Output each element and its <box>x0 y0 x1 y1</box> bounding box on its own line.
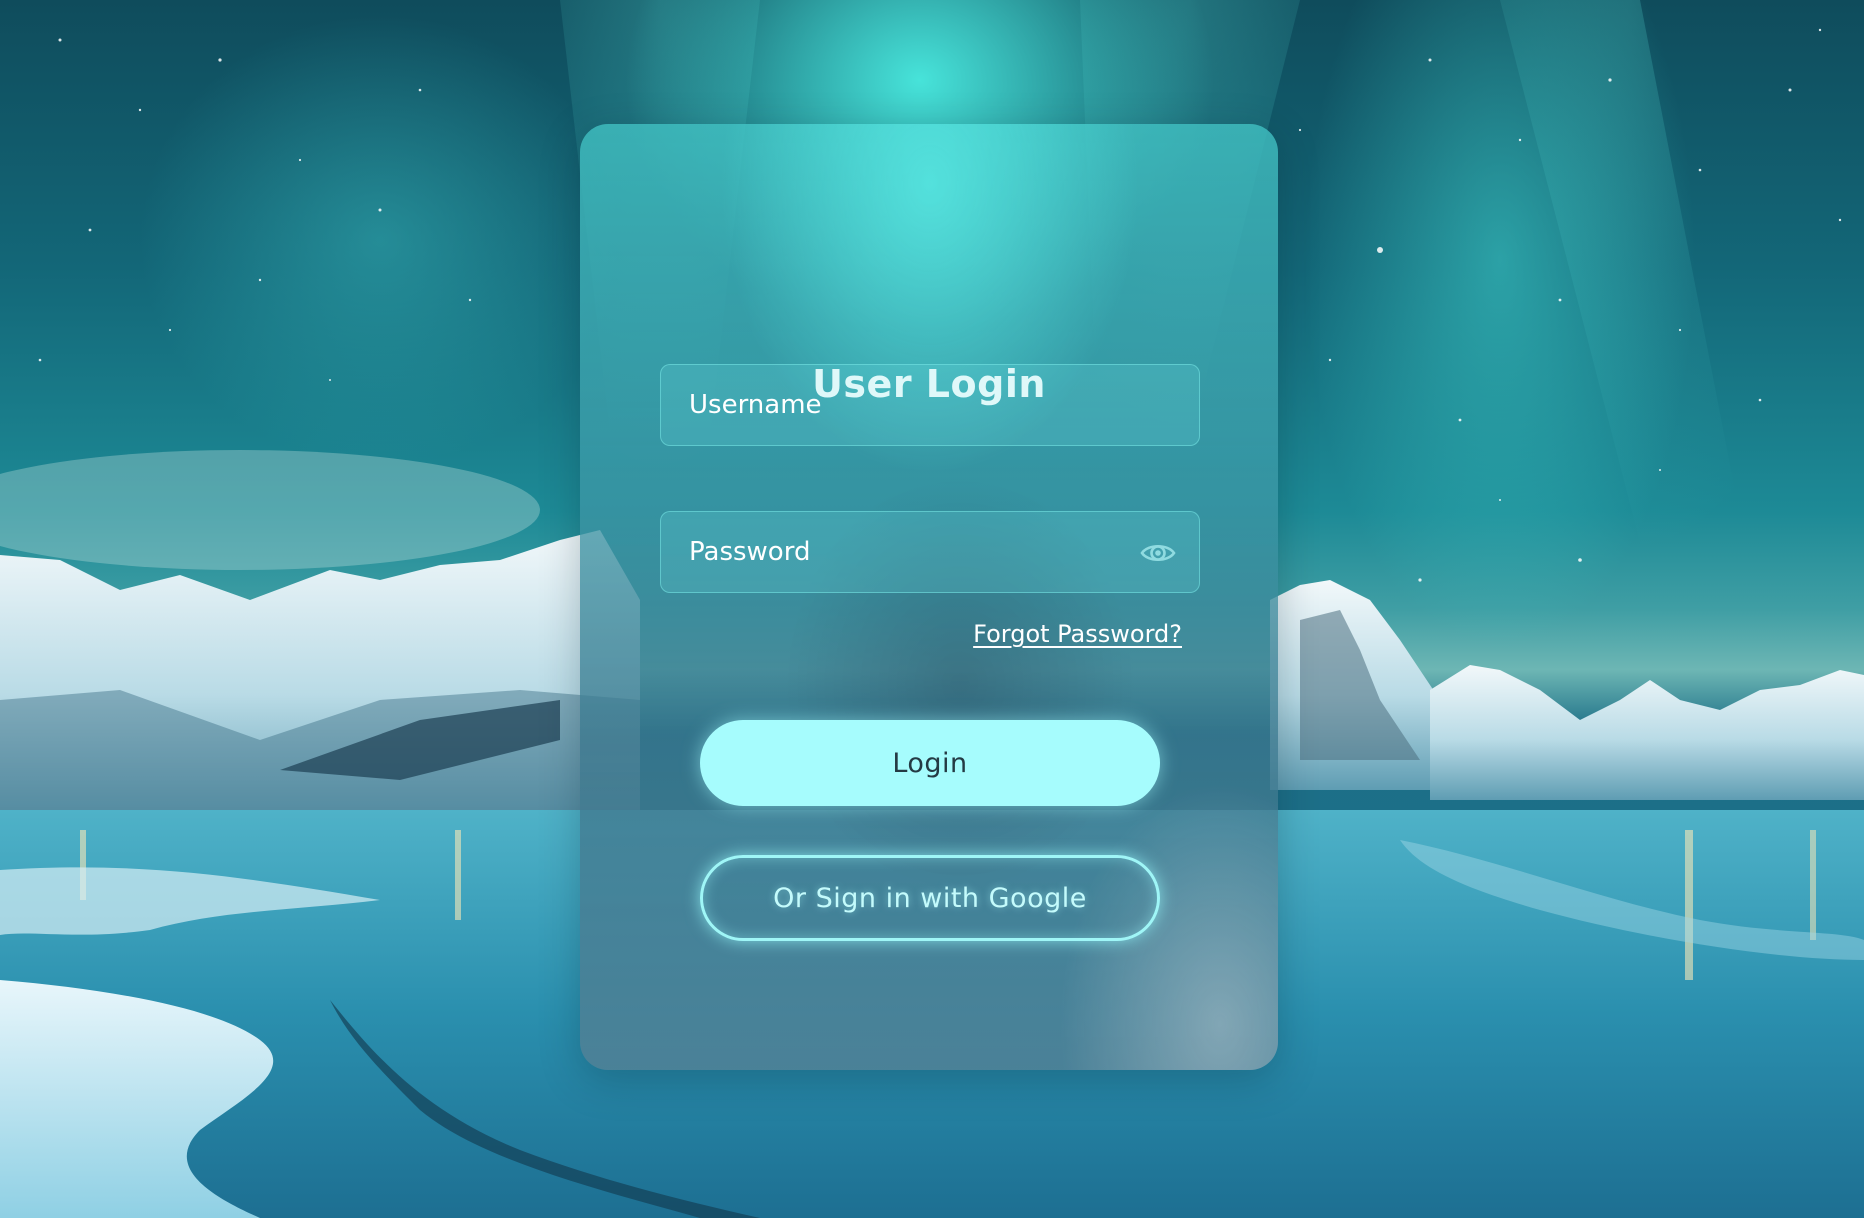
google-signin-label: Or Sign in with Google <box>773 882 1087 914</box>
username-input[interactable] <box>661 365 1199 445</box>
login-card: User Login Forgot Password? Login Or Sig… <box>580 124 1278 1070</box>
username-field-container <box>660 364 1200 446</box>
eye-icon[interactable] <box>1139 534 1177 572</box>
forgot-password-link[interactable]: Forgot Password? <box>973 620 1182 648</box>
login-button-label: Login <box>892 747 968 779</box>
password-input[interactable] <box>661 512 1199 592</box>
login-button[interactable]: Login <box>700 720 1160 806</box>
password-field-container <box>660 511 1200 593</box>
google-signin-button[interactable]: Or Sign in with Google <box>700 855 1160 941</box>
